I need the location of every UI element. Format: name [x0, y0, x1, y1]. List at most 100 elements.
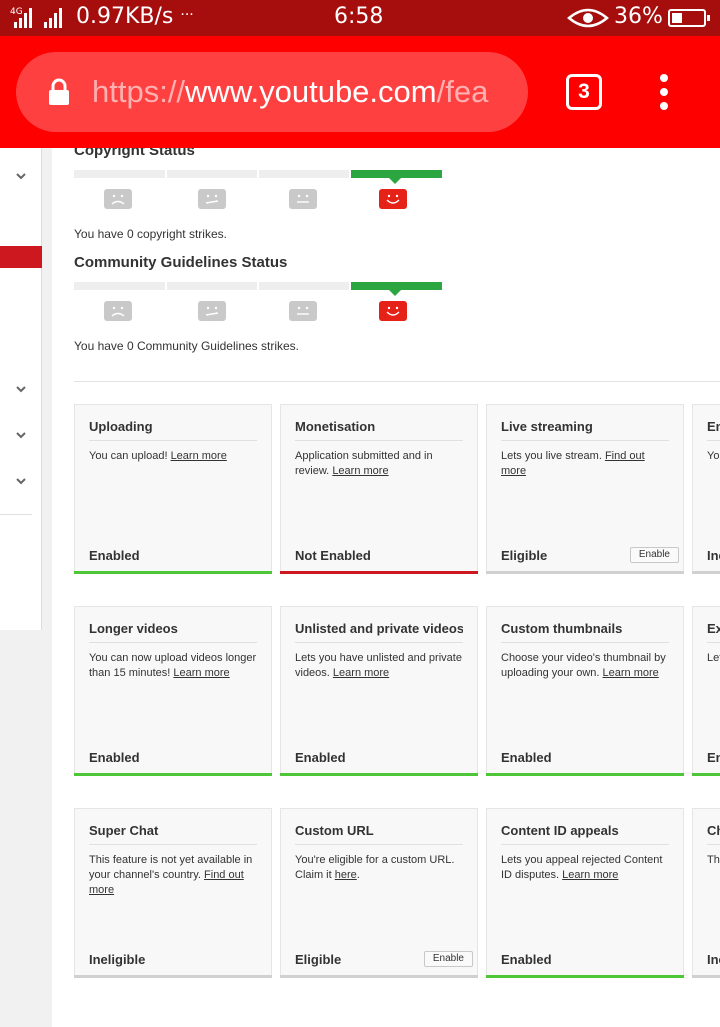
feature-title: Super Chat: [89, 823, 257, 845]
learn-more-link[interactable]: Learn more: [333, 667, 389, 679]
feature-description: You can upload! Learn more: [89, 450, 227, 462]
feature-title: Longer videos: [89, 621, 257, 643]
copyright-face-icon-2: [198, 189, 226, 209]
more-vert-icon[interactable]: [656, 74, 672, 114]
feature-description: Lets you live stream. Find out more: [501, 450, 645, 477]
guide-sidebar: [0, 148, 42, 630]
feature-status-bar: [486, 571, 684, 574]
feature-status: Enabled: [501, 750, 552, 765]
feature-status: En: [707, 750, 720, 765]
clock: 6:58: [334, 4, 384, 29]
feature-card: Super Chat This feature is not yet availa…: [74, 808, 272, 978]
feature-title: Uploading: [89, 419, 257, 441]
community-face-icon-1: [104, 301, 132, 321]
feature-card: Longer videos You can now upload videos l…: [74, 606, 272, 776]
url-text[interactable]: https://www.youtube.com/fea: [92, 72, 510, 112]
page: Copyright Status You have 0 copyright st…: [0, 148, 720, 1027]
feature-title: Ex: [707, 621, 720, 643]
network-type: 4G: [10, 7, 23, 17]
feature-card: Ex Let ext Le En: [692, 606, 720, 776]
battery-percent: 36%: [614, 4, 663, 29]
community-strikes-text: You have 0 Community Guidelines strikes.: [74, 339, 299, 353]
tab-switcher-button[interactable]: 3: [566, 74, 602, 110]
feature-description: Lets you have unlisted and private video…: [295, 652, 462, 679]
feature-status: Ine: [707, 548, 720, 563]
battery-icon: [668, 9, 710, 27]
sidebar-divider: [0, 514, 32, 515]
learn-more-link[interactable]: Learn more: [603, 667, 659, 679]
feature-card: Em Yo str fea Ine: [692, 404, 720, 574]
section-divider: [74, 381, 720, 382]
feature-status-bar: [280, 975, 478, 978]
community-status-title: Community Guidelines Status: [74, 254, 288, 271]
feature-description: You're eligible for a custom URL. Claim …: [295, 854, 455, 881]
feature-title: Unlisted and private videos: [295, 621, 463, 643]
enable-button[interactable]: Enable: [629, 547, 679, 563]
feature-status: Ineligible: [89, 952, 146, 967]
learn-more-link[interactable]: Learn more: [171, 450, 227, 462]
signal-icon: 4G: [8, 6, 62, 28]
feature-status: Eligible: [501, 548, 548, 563]
learn-more-link[interactable]: Learn more: [562, 869, 618, 881]
learn-more-link[interactable]: Learn more: [332, 465, 388, 477]
feature-card: Content ID appeals Lets you appeal reject…: [486, 808, 684, 978]
feature-card: Unlisted and private videos Lets you have…: [280, 606, 478, 776]
copyright-meter: [74, 170, 442, 184]
feature-status: Enabled: [89, 750, 140, 765]
learn-more-link[interactable]: Learn more: [173, 667, 229, 679]
feature-status-bar: [280, 773, 478, 776]
feature-status: Enabled: [295, 750, 346, 765]
feature-status-bar: [486, 773, 684, 776]
copyright-face-icon-4: [379, 189, 407, 209]
lock-icon: [48, 78, 70, 111]
community-face-icon-2: [198, 301, 226, 321]
chevron-down-icon[interactable]: [13, 427, 29, 443]
sidebar-active-item[interactable]: [0, 246, 42, 268]
feature-card: Custom URL You're eligible for a custom U…: [280, 808, 478, 978]
chevron-down-icon[interactable]: [13, 168, 29, 184]
features-content: Copyright Status You have 0 copyright st…: [52, 148, 720, 1027]
feature-title: Monetisation: [295, 419, 463, 441]
status-bar: 4G 0.97KB/s ··· 6:58 36%: [0, 0, 720, 36]
community-face-icon-4: [379, 301, 407, 321]
feature-title: Custom thumbnails: [501, 621, 669, 643]
feature-card: Ch Th isn ch Ine: [692, 808, 720, 978]
feature-description: Let ext Le: [707, 652, 720, 664]
eye-icon: [567, 8, 609, 32]
feature-status: Ine: [707, 952, 720, 967]
feature-status: Enabled: [89, 548, 140, 563]
feature-card: Live streaming Lets you live stream. Find…: [486, 404, 684, 574]
feature-status-bar: [280, 571, 478, 574]
feature-status: Enabled: [501, 952, 552, 967]
address-bar[interactable]: https://www.youtube.com/fea: [16, 52, 528, 132]
feature-status-bar: [486, 975, 684, 978]
learn-more-link[interactable]: here: [335, 869, 357, 881]
feature-title: Custom URL: [295, 823, 463, 845]
feature-description: Application submitted and in review. Lea…: [295, 450, 433, 477]
feature-description: Lets you appeal rejected Content ID disp…: [501, 854, 663, 881]
feature-title: Em: [707, 419, 720, 441]
chevron-down-icon[interactable]: [13, 473, 29, 489]
feature-description: Th isn ch: [707, 854, 720, 866]
chevron-down-icon[interactable]: [13, 381, 29, 397]
feature-title: Ch: [707, 823, 720, 845]
feature-description: Choose your video's thumbnail by uploadi…: [501, 652, 666, 679]
feature-status-bar: [74, 571, 272, 574]
enable-button[interactable]: Enable: [423, 951, 473, 967]
feature-card: Custom thumbnails Choose your video's thu…: [486, 606, 684, 776]
community-meter: [74, 282, 442, 296]
feature-card: Monetisation Application submitted and in…: [280, 404, 478, 574]
feature-title: Live streaming: [501, 419, 669, 441]
copyright-status-title: Copyright Status: [74, 148, 195, 159]
copyright-strikes-text: You have 0 copyright strikes.: [74, 227, 227, 241]
feature-description: Yo str fea: [707, 450, 720, 462]
feature-status-bar: [74, 773, 272, 776]
feature-description: This feature is not yet available in you…: [89, 854, 253, 896]
feature-status: Not Enabled: [295, 548, 371, 563]
feature-card: Uploading You can upload! Learn more Enabl…: [74, 404, 272, 574]
copyright-face-icon-3: [289, 189, 317, 209]
feature-status-bar: [692, 773, 720, 776]
feature-title: Content ID appeals: [501, 823, 669, 845]
feature-status-bar: [74, 975, 272, 978]
community-face-icon-3: [289, 301, 317, 321]
